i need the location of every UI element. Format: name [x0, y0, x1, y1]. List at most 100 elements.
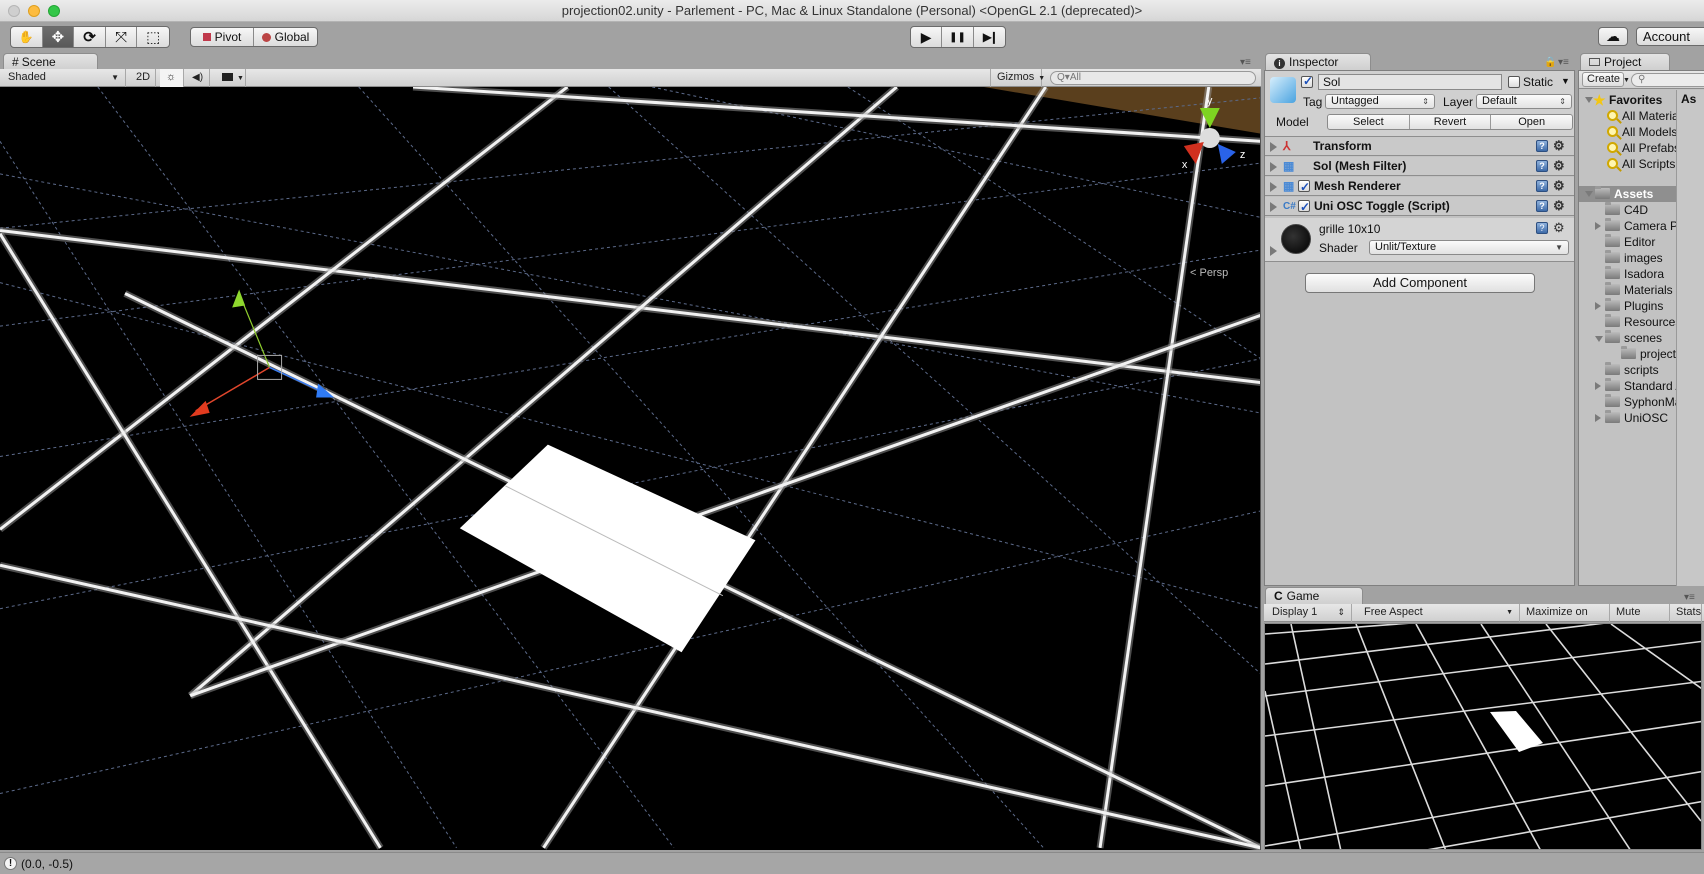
assets-folder[interactable]: Assets: [1579, 186, 1676, 202]
perspective-label[interactable]: < Persp: [1190, 267, 1228, 279]
scene-panel-menu-icon[interactable]: ▾≡: [1240, 57, 1251, 68]
tag-dropdown[interactable]: Untagged ⇕: [1325, 94, 1435, 109]
stats-toggle[interactable]: Stats: [1670, 604, 1702, 622]
gizmos-dropdown[interactable]: Gizmos ▼: [990, 69, 1045, 87]
game-grid-line: [1427, 800, 1701, 849]
rect-tool-button[interactable]: ⬚: [137, 27, 169, 47]
add-component-button[interactable]: Add Component: [1305, 273, 1535, 293]
create-dropdown[interactable]: Create ▼: [1582, 72, 1630, 87]
favorite-item[interactable]: All Models: [1607, 124, 1676, 140]
component-mesh-renderer[interactable]: ▦ Mesh Renderer ? ⚙: [1265, 177, 1574, 197]
help-icon[interactable]: ?: [1536, 160, 1548, 172]
major-grid-line: [189, 313, 1260, 698]
tab-project[interactable]: Project: [1580, 53, 1670, 70]
rotate-tool-button[interactable]: ⟳: [74, 27, 106, 47]
gear-icon[interactable]: ⚙: [1553, 179, 1565, 192]
collapse-icon[interactable]: [1595, 336, 1603, 342]
move-tool-button[interactable]: ✥: [42, 27, 75, 47]
layer-dropdown[interactable]: Default ⇕: [1476, 94, 1572, 109]
expand-icon: [1270, 162, 1277, 172]
hand-tool-button[interactable]: ✋: [11, 27, 43, 47]
lighting-toggle-button[interactable]: ☼: [160, 69, 184, 87]
search-icon: ⚲: [1638, 74, 1646, 85]
tab-scene[interactable]: # Scene: [3, 53, 98, 70]
account-button[interactable]: Account: [1637, 28, 1704, 45]
active-checkbox[interactable]: [1301, 74, 1313, 88]
favorite-item[interactable]: All Materials: [1607, 108, 1676, 124]
game-panel-menu-icon[interactable]: ▾≡: [1684, 592, 1695, 603]
help-icon[interactable]: ?: [1536, 222, 1548, 234]
2d-toggle-button[interactable]: 2D: [130, 69, 156, 87]
image-icon: [222, 73, 233, 81]
pause-button[interactable]: ❚❚: [942, 27, 974, 47]
game-render-view: [1265, 624, 1701, 849]
gear-icon[interactable]: ⚙: [1553, 221, 1565, 234]
game-grid-line: [1265, 624, 1604, 665]
game-grid-line: [1265, 720, 1701, 787]
step-button[interactable]: ▶❙: [974, 27, 1005, 47]
zoom-window-button[interactable]: [48, 5, 60, 17]
scene-toolbar: Shaded ▼ 2D ☼ ◀) ▼ Gizmos ▼ Q▾All: [0, 69, 1261, 87]
tab-game[interactable]: C Game: [1265, 587, 1363, 604]
gear-icon[interactable]: ⚙: [1553, 139, 1565, 152]
play-button[interactable]: ▶: [911, 27, 943, 47]
close-window-button[interactable]: [8, 5, 20, 17]
window-titlebar: projection02.unity - Parlement - PC, Mac…: [0, 0, 1704, 22]
game-grid-line: [1265, 680, 1701, 737]
effects-dropdown[interactable]: ▼: [216, 69, 246, 87]
pivot-toggle-button[interactable]: Pivot: [191, 28, 255, 46]
model-select-button[interactable]: Select: [1328, 115, 1410, 129]
static-checkbox[interactable]: [1508, 76, 1520, 88]
help-icon[interactable]: ?: [1536, 140, 1548, 152]
shader-label: Shader: [1319, 241, 1358, 255]
script-enabled-checkbox[interactable]: [1298, 198, 1310, 217]
minimize-window-button[interactable]: [28, 5, 40, 17]
gear-icon[interactable]: ⚙: [1553, 159, 1565, 172]
model-revert-button[interactable]: Revert: [1410, 115, 1492, 129]
model-open-button[interactable]: Open: [1491, 115, 1572, 129]
component-mesh-filter[interactable]: ▦ Sol (Mesh Filter) ? ⚙: [1265, 157, 1574, 176]
expand-icon[interactable]: [1595, 382, 1601, 390]
rect-icon: ⬚: [146, 29, 161, 46]
cloud-button[interactable]: ☁: [1599, 28, 1627, 45]
aspect-dropdown[interactable]: Free Aspect ▼: [1358, 604, 1520, 622]
status-message[interactable]: (0.0, -0.5): [21, 857, 73, 871]
folder-icon: [1605, 298, 1620, 311]
lock-icon[interactable]: 🔒: [1544, 57, 1556, 68]
display-dropdown[interactable]: Display 1 ⇕: [1266, 604, 1352, 622]
static-dropdown-icon[interactable]: ▼: [1561, 76, 1570, 86]
favorite-item[interactable]: All Prefabs: [1607, 140, 1676, 156]
folder-icon: [1605, 234, 1620, 247]
inspector-menu-icon[interactable]: ▾≡: [1558, 57, 1569, 68]
project-search-input[interactable]: ⚲: [1631, 73, 1704, 87]
scale-tool-button[interactable]: ⤧: [106, 27, 138, 47]
major-grid-line: [542, 87, 1047, 849]
expand-icon[interactable]: [1595, 302, 1601, 310]
audio-toggle-button[interactable]: ◀): [186, 69, 210, 87]
game-viewport[interactable]: [1264, 623, 1702, 850]
component-uni-osc-toggle[interactable]: C# Uni OSC Toggle (Script) ? ⚙: [1265, 197, 1574, 217]
shading-mode-dropdown[interactable]: Shaded ▼: [2, 69, 126, 87]
expand-icon[interactable]: [1595, 222, 1601, 230]
scene-viewport[interactable]: y x z < Persp: [0, 87, 1261, 850]
folder-icon: [1605, 378, 1620, 391]
gear-icon[interactable]: ⚙: [1553, 199, 1565, 212]
scene-search-input[interactable]: Q▾All: [1050, 71, 1256, 85]
mute-audio-toggle[interactable]: Mute audio: [1610, 604, 1670, 635]
help-icon[interactable]: ?: [1536, 200, 1548, 212]
warning-icon[interactable]: !: [4, 857, 17, 870]
maximize-on-play-toggle[interactable]: Maximize on Play: [1520, 604, 1610, 635]
scene-3d-view: y x z: [0, 87, 1260, 850]
folder-icon: [1605, 218, 1620, 231]
help-icon[interactable]: ?: [1536, 180, 1548, 192]
object-name-input[interactable]: Sol: [1318, 74, 1502, 90]
mesh-renderer-enabled-checkbox[interactable]: [1298, 178, 1310, 197]
expand-icon[interactable]: [1595, 414, 1601, 422]
expand-icon[interactable]: [1270, 246, 1277, 256]
global-toggle-button[interactable]: Global: [254, 28, 317, 46]
component-transform[interactable]: ⅄ Transform ? ⚙: [1265, 137, 1574, 156]
shader-dropdown[interactable]: Unlit/Texture ▼: [1369, 240, 1569, 255]
favorite-item[interactable]: All Scripts: [1607, 156, 1675, 172]
speaker-icon: ◀): [192, 72, 204, 83]
tab-inspector[interactable]: i Inspector: [1265, 53, 1371, 70]
